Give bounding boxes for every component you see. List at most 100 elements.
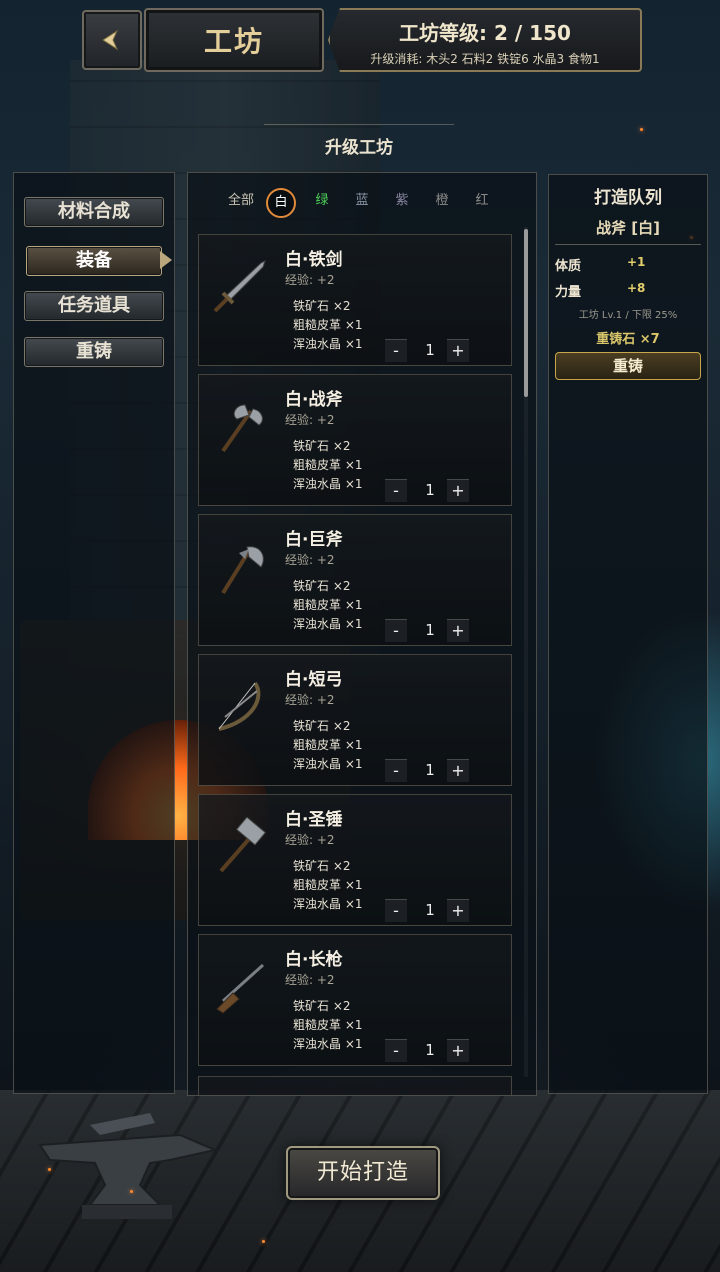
bow-icon xyxy=(218,681,261,731)
recipe-exp: 经验: +2 xyxy=(285,413,335,427)
material-line: 浑浊水晶 ×1 xyxy=(293,1037,363,1051)
stat-value: +8 xyxy=(627,281,646,295)
quantity-value: 1 xyxy=(425,621,435,639)
upgrade-workshop-button[interactable]: 升级工坊 xyxy=(264,124,454,158)
decrement-button[interactable]: - xyxy=(385,1039,407,1062)
decrement-button[interactable]: - xyxy=(385,899,407,922)
workshop-note: 工坊 Lv.1 / 下限 25% xyxy=(578,310,678,321)
quantity-value: 1 xyxy=(425,341,435,359)
recipe-name: 白·短弓 xyxy=(285,670,343,690)
ember xyxy=(130,1190,133,1193)
sidebar-item-material-synthesis[interactable]: 材料合成 xyxy=(24,197,164,227)
material-line: 浑浊水晶 ×1 xyxy=(293,617,363,631)
quantity-stepper: - 1 + xyxy=(385,759,475,782)
back-button[interactable] xyxy=(82,10,142,70)
recipe-name: 白·圣锤 xyxy=(285,810,343,830)
ember xyxy=(262,1240,265,1243)
arrow-right-icon xyxy=(160,251,172,269)
sidebar-item-equipment[interactable]: 装备 xyxy=(26,246,162,276)
quantity-stepper: - 1 + xyxy=(385,339,475,362)
stat-label: 力量 xyxy=(555,285,582,300)
great-axe-icon xyxy=(221,546,264,595)
material-line: 粗糙皮革 ×1 xyxy=(293,458,363,472)
start-crafting-button[interactable]: 开始打造 xyxy=(286,1146,440,1200)
ember xyxy=(48,1168,51,1171)
recipe-card[interactable]: 白·长枪 经验: +2 铁矿石 ×2 粗糙皮革 ×1 浑浊水晶 ×1 - 1 + xyxy=(198,934,512,1066)
quantity-value: 1 xyxy=(425,1041,435,1059)
filter-white[interactable]: 白 xyxy=(266,188,296,218)
back-arrow-icon xyxy=(102,29,119,51)
material-line: 铁矿石 ×2 xyxy=(293,299,351,313)
filter-blue[interactable]: 蓝 xyxy=(350,189,374,213)
decrement-button[interactable]: - xyxy=(385,339,407,362)
recipe-name: 白·长枪 xyxy=(285,950,343,970)
sword-icon xyxy=(213,260,266,313)
recipe-card[interactable]: 白·圣锤 经验: +2 铁矿石 ×2 粗糙皮革 ×1 浑浊水晶 ×1 - 1 + xyxy=(198,794,512,926)
recipe-card[interactable]: 白·巨斧 经验: +2 铁矿石 ×2 粗糙皮革 ×1 浑浊水晶 ×1 - 1 + xyxy=(198,514,512,646)
material-line: 粗糙皮革 ×1 xyxy=(293,318,363,332)
anvil-icon xyxy=(38,1113,219,1219)
recipe-list-panel: 全部 白 绿 蓝 紫 橙 红 白·铁剑 经验: +2 铁矿石 ×2 粗糙皮革 ×… xyxy=(187,172,537,1096)
recipe-exp: 经验: +2 xyxy=(285,833,335,847)
filter-all[interactable]: 全部 xyxy=(224,189,258,213)
quantity-stepper: - 1 + xyxy=(385,1039,475,1062)
quantity-stepper: - 1 + xyxy=(385,619,475,642)
craft-queue-panel: 打造队列 战斧 [白] 体质 +1 力量 +8 工坊 Lv.1 / 下限 25%… xyxy=(548,174,708,1094)
filter-green[interactable]: 绿 xyxy=(310,189,334,213)
material-line: 铁矿石 ×2 xyxy=(293,859,351,873)
recipe-exp: 经验: +2 xyxy=(285,973,335,987)
reforge-button[interactable]: 重铸 xyxy=(555,352,701,380)
quantity-value: 1 xyxy=(425,901,435,919)
recipe-name: 白·战斧 xyxy=(285,390,343,410)
rarity-filter-bar: 全部 白 绿 蓝 紫 橙 红 xyxy=(224,188,504,218)
recipe-exp: 经验: +2 xyxy=(285,693,335,707)
stat-label: 体质 xyxy=(555,259,582,274)
recipe-card[interactable]: 白·战斧 经验: +2 铁矿石 ×2 粗糙皮革 ×1 浑浊水晶 ×1 - 1 + xyxy=(198,374,512,506)
decrement-button[interactable]: - xyxy=(385,759,407,782)
material-line: 铁矿石 ×2 xyxy=(293,999,351,1013)
decrement-button[interactable]: - xyxy=(385,479,407,502)
stat-value: +1 xyxy=(627,255,646,269)
increment-button[interactable]: + xyxy=(447,339,469,362)
material-line: 浑浊水晶 ×1 xyxy=(293,337,363,351)
category-sidebar: 材料合成 装备 任务道具 重铸 xyxy=(13,172,175,1094)
hammer-icon xyxy=(219,817,267,873)
recipe-card[interactable]: 白·短弓 经验: +2 铁矿石 ×2 粗糙皮革 ×1 浑浊水晶 ×1 - 1 + xyxy=(198,654,512,786)
recipe-exp: 经验: +2 xyxy=(285,553,335,567)
workshop-level: 工坊等级: 2 / 150 xyxy=(399,21,571,45)
material-line: 浑浊水晶 ×1 xyxy=(293,477,363,491)
decrement-button[interactable]: - xyxy=(385,619,407,642)
filter-orange[interactable]: 橙 xyxy=(430,189,454,213)
material-line: 浑浊水晶 ×1 xyxy=(293,897,363,911)
increment-button[interactable]: + xyxy=(447,759,469,782)
sidebar-item-reforge[interactable]: 重铸 xyxy=(24,337,164,367)
recipe-name: 白·巨斧 xyxy=(285,530,343,550)
filter-red[interactable]: 红 xyxy=(470,189,494,213)
filter-purple[interactable]: 紫 xyxy=(390,189,414,213)
divider xyxy=(555,244,701,245)
material-line: 铁矿石 ×2 xyxy=(293,719,351,733)
page-title: 工坊 xyxy=(144,8,324,72)
recipe-card[interactable] xyxy=(198,1076,512,1095)
sidebar-item-quest-items[interactable]: 任务道具 xyxy=(24,291,164,321)
material-line: 铁矿石 ×2 xyxy=(293,579,351,593)
increment-button[interactable]: + xyxy=(447,619,469,642)
scrollbar-thumb[interactable] xyxy=(524,229,528,397)
quantity-stepper: - 1 + xyxy=(385,899,475,922)
queue-item-name: 战斧 [白] xyxy=(596,219,660,237)
recipe-exp: 经验: +2 xyxy=(285,273,335,287)
material-line: 浑浊水晶 ×1 xyxy=(293,757,363,771)
ember xyxy=(640,128,643,131)
battle-axe-icon xyxy=(221,404,263,453)
material-line: 粗糙皮革 ×1 xyxy=(293,878,363,892)
increment-button[interactable]: + xyxy=(447,899,469,922)
material-line: 粗糙皮革 ×1 xyxy=(293,598,363,612)
material-line: 粗糙皮革 ×1 xyxy=(293,738,363,752)
quantity-stepper: - 1 + xyxy=(385,479,475,502)
quantity-value: 1 xyxy=(425,481,435,499)
increment-button[interactable]: + xyxy=(447,1039,469,1062)
increment-button[interactable]: + xyxy=(447,479,469,502)
recipe-card[interactable]: 白·铁剑 经验: +2 铁矿石 ×2 粗糙皮革 ×1 浑浊水晶 ×1 - 1 + xyxy=(198,234,512,366)
recipe-name: 白·铁剑 xyxy=(285,250,343,270)
musket-icon xyxy=(216,963,265,1014)
